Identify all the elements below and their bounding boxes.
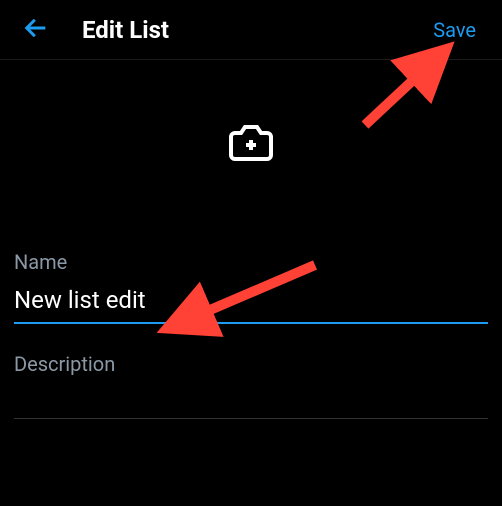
camera-plus-icon (227, 152, 275, 171)
banner-section (0, 60, 502, 230)
arrow-left-icon (22, 14, 50, 46)
name-label: Name (14, 250, 488, 274)
back-button[interactable] (18, 12, 54, 48)
name-input[interactable] (14, 282, 488, 324)
add-banner-button[interactable] (227, 119, 275, 171)
description-label: Description (14, 352, 488, 376)
page-title: Edit List (82, 16, 425, 44)
description-section: Description (14, 352, 488, 419)
header: Edit List Save (0, 0, 502, 60)
form-section: Name Description (0, 230, 502, 419)
save-button[interactable]: Save (425, 14, 484, 46)
description-input[interactable] (14, 418, 488, 419)
